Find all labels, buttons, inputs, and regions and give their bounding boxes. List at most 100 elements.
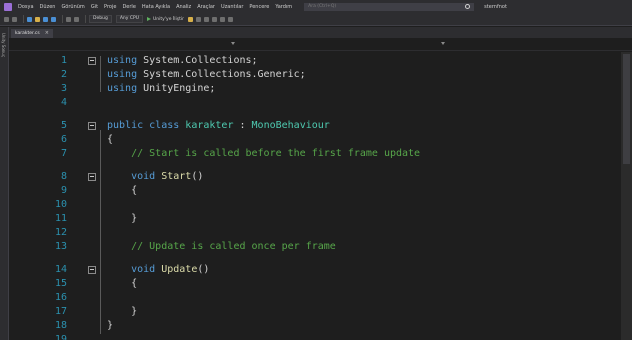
line-number: 3 (60, 83, 67, 94)
outline-guide (100, 56, 101, 92)
menu-debug[interactable]: Hata Ayıkla (142, 4, 170, 10)
back-icon[interactable] (4, 16, 9, 22)
toolbar-separator (62, 15, 63, 23)
toolbar-tool-icon[interactable] (211, 16, 217, 22)
visual-studio-logo-icon (4, 2, 12, 11)
solution-name: sternfnot (484, 3, 507, 10)
code-token: System.Collections; (137, 55, 258, 66)
code-text: { (107, 184, 137, 198)
vertical-scrollbar[interactable] (621, 52, 632, 340)
code-token: () (191, 171, 204, 182)
line-number: 5 (60, 120, 67, 131)
menu-help[interactable]: Yardım (275, 4, 292, 10)
close-icon[interactable]: × (45, 29, 49, 38)
configuration-dropdown[interactable]: Debug (89, 15, 112, 23)
collapse-icon[interactable] (88, 173, 96, 181)
menu-git[interactable]: Git (91, 4, 98, 10)
code-text: using UnityEngine; (107, 82, 215, 96)
code-token: { (107, 278, 138, 289)
collapse-icon[interactable] (88, 122, 96, 130)
save-all-icon[interactable] (51, 16, 56, 22)
code-token: Start (161, 171, 192, 182)
code-token: MonoBehaviour (251, 120, 330, 131)
code-editor[interactable]: 1 using System.Collections; 2 using System.… (9, 52, 621, 340)
menu-file[interactable]: Dosya (18, 4, 34, 10)
code-token: // Update is called once per frame (131, 241, 336, 252)
platform-dropdown[interactable]: Any CPU (115, 15, 143, 23)
menu-bar: Dosya Düzen Görünüm Git Proje Derle Hata… (0, 0, 632, 13)
line-number: 9 (60, 185, 67, 196)
undo-icon[interactable] (66, 16, 71, 22)
line-number: 6 (60, 134, 67, 145)
code-token: void (131, 264, 156, 275)
chevron-down-icon[interactable] (231, 42, 235, 45)
code-text: { (107, 277, 137, 291)
code-token: karakter (185, 120, 234, 131)
attach-unity-label: Unity'ye İliştir (153, 16, 184, 22)
collapse-icon[interactable] (88, 57, 96, 65)
toolbar-separator (23, 15, 24, 23)
menu-window[interactable]: Pencere (249, 4, 269, 10)
code-text: } (107, 319, 113, 333)
outline-guide (100, 130, 101, 334)
menu-view[interactable]: Görünüm (61, 4, 84, 10)
code-token: : (233, 120, 252, 131)
code-token: using (107, 55, 138, 66)
new-project-icon[interactable] (27, 16, 32, 22)
code-text: void Update() (107, 263, 209, 277)
code-text: } (107, 212, 137, 226)
menu-analyze[interactable]: Analiz (176, 4, 191, 10)
code-token: public (107, 120, 144, 131)
menu-project[interactable]: Proje (104, 4, 116, 10)
chevron-down-icon[interactable] (441, 42, 445, 45)
collapse-icon[interactable] (88, 266, 96, 274)
code-token: class (149, 120, 180, 131)
line-number: 10 (54, 199, 67, 210)
toolbar-tool-icon[interactable] (203, 16, 209, 22)
attach-unity-button[interactable]: Unity'ye İliştir (147, 17, 184, 22)
menu-tools[interactable]: Araçlar (197, 4, 215, 10)
code-text: { (107, 133, 113, 147)
line-number: 18 (54, 320, 67, 331)
line-number: 2 (60, 69, 67, 80)
scrollbar-thumb[interactable] (623, 54, 630, 164)
redo-icon[interactable] (74, 16, 79, 22)
line-number: 11 (54, 213, 67, 224)
code-text: void Start() (107, 170, 203, 184)
line-number: 17 (54, 306, 67, 317)
open-folder-icon[interactable] (35, 16, 40, 22)
line-number: 12 (54, 227, 67, 238)
tab-karakter-cs[interactable]: karakter.cs × (11, 29, 53, 38)
line-number: 15 (54, 278, 67, 289)
code-token: } (107, 320, 114, 331)
bookmark-icon[interactable] (219, 16, 225, 22)
search-input[interactable]: Ara (Ctrl+Q) (304, 2, 475, 11)
code-token: System.Collections.Generic; (137, 69, 306, 80)
forward-icon[interactable] (12, 16, 17, 22)
toolbar-tool-icon[interactable] (227, 16, 233, 22)
hot-reload-icon[interactable] (187, 16, 193, 22)
line-number: 8 (60, 171, 67, 182)
code-token: // Start is called before the first fram… (131, 148, 421, 159)
document-tab-bar: karakter.cs × (9, 27, 632, 38)
code-text: // Update is called once per frame (107, 240, 336, 254)
menu-edit[interactable]: Düzen (40, 4, 56, 10)
code-token: } (107, 306, 138, 317)
side-panel-tab[interactable]: Unity Sonuç (1, 33, 6, 57)
code-token: { (107, 134, 114, 145)
menu-extensions[interactable]: Uzantılar (221, 4, 243, 10)
side-tool-strip: Unity Sonuç (0, 27, 9, 340)
menu-build[interactable]: Derle (122, 4, 135, 10)
code-text: using System.Collections.Generic; (107, 68, 306, 82)
code-token: { (107, 185, 138, 196)
code-token: } (107, 213, 138, 224)
code-token: Update (161, 264, 198, 275)
line-number: 13 (54, 241, 67, 252)
toolbar-tool-icon[interactable] (195, 16, 201, 22)
code-text: } (107, 305, 137, 319)
save-icon[interactable] (43, 16, 48, 22)
